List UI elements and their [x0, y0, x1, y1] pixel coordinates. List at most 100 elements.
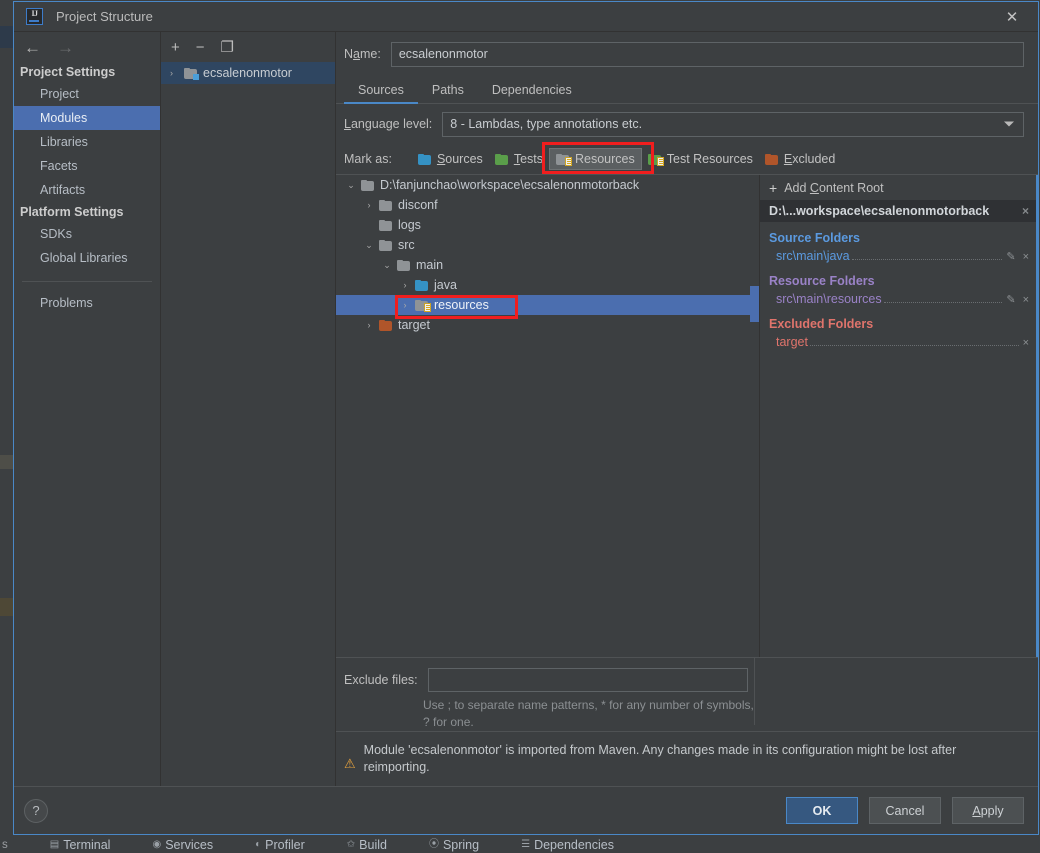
- edit-icon[interactable]: ✎: [1006, 293, 1015, 306]
- exclude-files-row: Exclude files:: [336, 666, 1038, 694]
- statusbar-item-dependencies[interactable]: ☰ Dependencies: [495, 836, 614, 853]
- sidebar-item-modules[interactable]: Modules: [14, 106, 160, 130]
- module-toolbar: + − ❐: [161, 32, 335, 62]
- source-folder-entry[interactable]: src\main\java ✎ ×: [760, 247, 1038, 265]
- statusbar-item-spring[interactable]: ⦿ Spring: [403, 836, 479, 853]
- mark-as-excluded-button[interactable]: Excluded: [759, 149, 841, 169]
- sidebar-item-global-libraries[interactable]: Global Libraries: [14, 246, 160, 270]
- chevron-right-icon[interactable]: ›: [170, 68, 179, 78]
- build-icon: ✩: [346, 838, 356, 850]
- folder-icon: [379, 219, 393, 231]
- remove-content-root-icon[interactable]: ×: [1022, 204, 1029, 218]
- content-area: ⌄ D:\fanjunchao\workspace\ecsalenonmotor…: [336, 174, 1038, 657]
- resources-folder-icon: [556, 153, 572, 166]
- module-list-item[interactable]: › ecsalenonmotor: [161, 62, 335, 84]
- cancel-button[interactable]: Cancel: [869, 797, 941, 824]
- statusbar-item-services[interactable]: ◉ Services: [126, 836, 213, 853]
- chevron-down-icon[interactable]: ⌄: [382, 260, 392, 271]
- platform-settings-heading: Platform Settings: [20, 205, 124, 219]
- folder-icon: [379, 239, 393, 251]
- statusbar-item-profiler[interactable]: ◐ Profiler: [229, 836, 305, 853]
- forward-arrow-icon[interactable]: →: [57, 39, 74, 56]
- mark-as-resources-button[interactable]: Resources: [549, 148, 642, 170]
- warning-text: Module 'ecsalenonmotor' is imported from…: [363, 743, 957, 774]
- edit-icon[interactable]: ✎: [1006, 250, 1015, 263]
- bg-chip-selected: [0, 26, 13, 48]
- mark-as-test-resources-label: Test Resources: [666, 152, 753, 166]
- tree-row[interactable]: › disconf: [336, 195, 759, 215]
- statusbar-spring-label: Spring: [442, 837, 480, 852]
- language-level-row: Language level: 8 - Lambdas, type annota…: [336, 104, 1038, 144]
- tree-row[interactable]: logs: [336, 215, 759, 235]
- chevron-right-icon[interactable]: ›: [400, 280, 410, 290]
- tree-row[interactable]: › java: [336, 275, 759, 295]
- module-list: › ecsalenonmotor: [161, 62, 335, 786]
- module-detail-panel: Name: Sources Paths Dependencies Languag…: [336, 32, 1038, 786]
- tree-row[interactable]: › target: [336, 315, 759, 335]
- tab-paths[interactable]: Paths: [418, 79, 478, 103]
- dialog-titlebar: IJ Project Structure ✕: [14, 2, 1038, 32]
- content-root-header[interactable]: D:\...workspace\ecsalenonmotorback ×: [760, 200, 1038, 222]
- close-icon[interactable]: ✕: [990, 2, 1034, 31]
- module-name-label: ecsalenonmotor: [203, 66, 292, 80]
- sidebar-item-artifacts[interactable]: Artifacts: [14, 178, 160, 202]
- excluded-folder-entry[interactable]: target ×: [760, 333, 1038, 351]
- java-source-folder-icon: [415, 279, 429, 291]
- apply-button[interactable]: Apply: [952, 797, 1024, 824]
- resource-folders-heading: Resource Folders: [769, 274, 875, 288]
- help-button[interactable]: ?: [24, 798, 48, 823]
- sidebar-item-sdks[interactable]: SDKs: [14, 222, 160, 246]
- statusbar-profiler-label: Profiler: [265, 837, 305, 852]
- module-folder-icon: [184, 67, 199, 80]
- mark-as-tests-button[interactable]: Tests: [489, 149, 549, 169]
- resource-folder-entry[interactable]: src\main\resources ✎ ×: [760, 290, 1038, 308]
- mark-as-test-resources-button[interactable]: Test Resources: [642, 149, 759, 169]
- copy-module-button[interactable]: ❐: [221, 40, 234, 55]
- chevron-down-icon[interactable]: ⌄: [346, 180, 356, 191]
- language-level-select[interactable]: 8 - Lambdas, type annotations etc.: [442, 111, 1024, 137]
- source-folders-heading: Source Folders: [769, 231, 860, 245]
- add-content-root-button[interactable]: + Add Content Root: [760, 175, 1038, 200]
- add-module-button[interactable]: +: [171, 40, 180, 55]
- dialog-body: ← → Project Settings Project Modules Lib…: [14, 32, 1038, 786]
- mark-as-sources-button[interactable]: Sources: [412, 149, 489, 169]
- remove-icon[interactable]: ×: [1023, 251, 1029, 263]
- dialog-footer: ? OK Cancel Apply: [14, 786, 1038, 834]
- remove-icon[interactable]: ×: [1023, 294, 1029, 306]
- sidebar-item-project[interactable]: Project: [14, 82, 160, 106]
- sidebar-item-libraries[interactable]: Libraries: [14, 130, 160, 154]
- statusbar-item-build[interactable]: ✩ Build: [321, 836, 387, 853]
- tree-row[interactable]: ⌄ D:\fanjunchao\workspace\ecsalenonmotor…: [336, 175, 759, 195]
- chevron-right-icon[interactable]: ›: [364, 320, 374, 330]
- bg-chip-plain: [0, 497, 13, 513]
- tab-dependencies[interactable]: Dependencies: [478, 79, 586, 103]
- tree-row-selected[interactable]: › resources: [336, 295, 759, 315]
- module-name-input[interactable]: [390, 41, 1024, 67]
- mark-as-excluded-label: Excluded: [783, 152, 836, 166]
- excluded-folder-path: target: [776, 335, 808, 349]
- remove-icon[interactable]: ×: [1023, 337, 1029, 349]
- sources-folder-icon: [417, 153, 432, 165]
- tree-row[interactable]: ⌄ src: [336, 235, 759, 255]
- remove-module-button[interactable]: −: [196, 40, 205, 55]
- bg-chip-highlight-2: [0, 598, 13, 616]
- content-root-path: D:\...workspace\ecsalenonmotorback: [769, 204, 990, 218]
- sidebar-item-facets[interactable]: Facets: [14, 154, 160, 178]
- statusbar-item-terminal[interactable]: ▤ Terminal: [24, 836, 111, 853]
- panel-accent-border: [1036, 175, 1038, 657]
- back-arrow-icon[interactable]: ←: [24, 39, 41, 56]
- exclude-files-input[interactable]: [427, 668, 748, 692]
- chevron-down-icon[interactable]: ⌄: [364, 240, 374, 251]
- tab-sources[interactable]: Sources: [344, 79, 418, 104]
- module-tabs: Sources Paths Dependencies: [336, 76, 1038, 104]
- chevron-right-icon[interactable]: ›: [400, 300, 410, 310]
- tree-scrollbar-thumb[interactable]: [750, 286, 759, 322]
- plus-icon: +: [769, 179, 778, 196]
- ide-status-bar: s ▤ Terminal ◉ Services ◐ Profiler ✩ Bui…: [0, 836, 1040, 853]
- statusbar-dependencies-label: Dependencies: [534, 837, 614, 852]
- sidebar-item-problems[interactable]: Problems: [14, 291, 160, 315]
- tree-row[interactable]: ⌄ main: [336, 255, 759, 275]
- statusbar-services-label: Services: [165, 837, 214, 852]
- ok-button[interactable]: OK: [786, 797, 858, 824]
- chevron-right-icon[interactable]: ›: [364, 200, 374, 210]
